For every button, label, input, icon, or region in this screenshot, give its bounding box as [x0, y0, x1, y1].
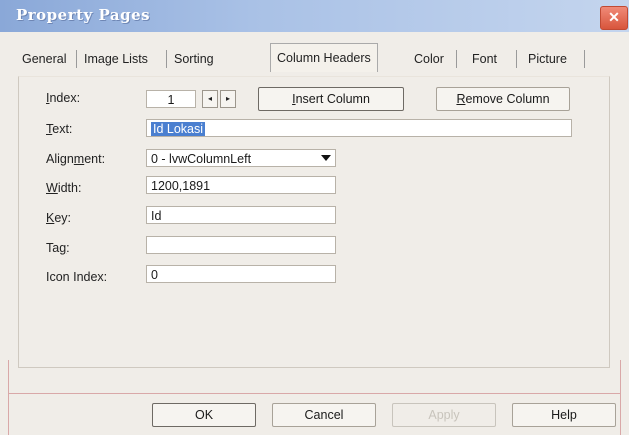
window-title: Property Pages — [16, 6, 151, 24]
footer-frame-right — [620, 360, 621, 435]
icon-index-field[interactable]: 0 — [146, 265, 336, 283]
alignment-value: 0 - lvwColumnLeft — [151, 152, 252, 166]
help-button[interactable]: Help — [512, 403, 616, 427]
close-icon[interactable]: ✕ — [600, 6, 628, 30]
spin-left-icon[interactable]: ◂ — [202, 90, 218, 108]
tab-divider — [516, 50, 517, 68]
spin-right-icon[interactable]: ▸ — [220, 90, 236, 108]
tab-divider — [76, 50, 77, 68]
index-field[interactable]: 1 — [146, 90, 196, 108]
cancel-button[interactable]: Cancel — [272, 403, 376, 427]
insert-column-button[interactable]: Insert Column — [258, 87, 404, 111]
apply-button[interactable]: Apply — [392, 403, 496, 427]
index-label: Index: — [46, 91, 81, 105]
tab-general[interactable]: General — [22, 47, 66, 71]
footer-divider — [8, 393, 620, 394]
tab-font[interactable]: Font — [472, 47, 497, 71]
tab-color[interactable]: Color — [414, 47, 444, 71]
ok-button[interactable]: OK — [152, 403, 256, 427]
text-field[interactable]: Id Lokasi — [146, 119, 572, 137]
text-field-value: Id Lokasi — [151, 122, 206, 136]
text-label: Text: — [46, 122, 73, 136]
width-field[interactable]: 1200,1891 — [146, 176, 336, 194]
alignment-label: Alignment: — [46, 152, 106, 166]
tab-column-headers[interactable]: Column Headers — [270, 43, 378, 72]
chevron-down-icon[interactable] — [321, 155, 331, 161]
tab-divider — [584, 50, 585, 68]
property-pages-window: Property Pages ✕ General Image Lists Sor… — [0, 0, 629, 435]
tag-field[interactable] — [146, 236, 336, 254]
tab-picture[interactable]: Picture — [528, 47, 567, 71]
tab-divider — [166, 50, 167, 68]
alignment-select[interactable]: 0 - lvwColumnLeft — [146, 149, 336, 167]
title-bar[interactable]: Property Pages ✕ — [0, 0, 629, 32]
tab-divider — [456, 50, 457, 68]
icon-index-label: Icon Index: — [46, 270, 108, 284]
tag-label: Tag: — [46, 241, 70, 255]
footer-frame-left — [8, 360, 9, 435]
remove-column-button[interactable]: Remove Column — [436, 87, 570, 111]
width-label: Width: — [46, 181, 82, 195]
tab-sorting[interactable]: Sorting — [174, 47, 214, 71]
key-field[interactable]: Id — [146, 206, 336, 224]
key-label: Key: — [46, 211, 72, 225]
tab-image-lists[interactable]: Image Lists — [84, 47, 148, 71]
